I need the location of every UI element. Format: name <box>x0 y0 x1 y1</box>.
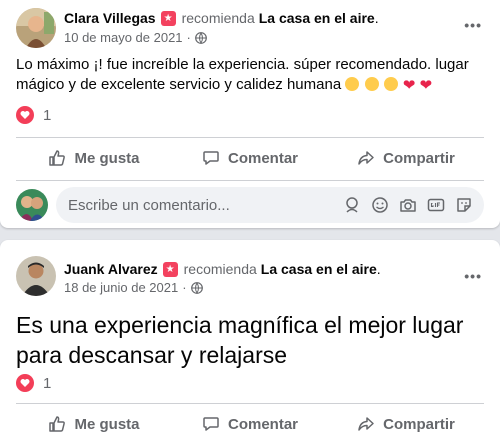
header-dot: . <box>374 10 379 26</box>
post-meta: 10 de mayo de 2021 · <box>64 30 207 45</box>
comment-composer <box>16 187 484 223</box>
post-date[interactable]: 18 de junio de 2021 <box>64 280 178 295</box>
page-link[interactable]: La casa en el aire <box>261 261 377 277</box>
recommend-icon <box>160 10 176 26</box>
page-link[interactable]: La casa en el aire <box>259 10 375 26</box>
comment-box <box>56 187 484 223</box>
author-name[interactable]: Clara Villegas <box>64 10 156 26</box>
post-body: Es una experiencia magnífica el mejor lu… <box>16 310 484 370</box>
comment-button[interactable]: Comentar <box>172 406 328 442</box>
reaction-summary[interactable]: 1 <box>16 106 51 124</box>
author-avatar[interactable] <box>16 256 56 296</box>
like-button[interactable]: Me gusta <box>16 140 172 176</box>
share-button[interactable]: Compartir <box>328 406 484 442</box>
share-icon <box>358 151 374 165</box>
share-icon <box>358 417 374 431</box>
divider <box>16 137 484 138</box>
author-avatar[interactable] <box>16 8 56 48</box>
reaction-summary[interactable]: 1 <box>16 374 51 392</box>
love-reaction-icon <box>16 374 34 392</box>
post-meta: 18 de junio de 2021 · <box>64 280 203 295</box>
kiss-emoji <box>383 77 398 91</box>
reaction-count: 1 <box>43 374 52 392</box>
viewer-avatar[interactable] <box>16 189 48 221</box>
meta-separator: · <box>182 280 187 295</box>
post-body: Lo máximo ¡! fue increíble la experienci… <box>16 55 486 96</box>
share-button[interactable]: Compartir <box>328 140 484 176</box>
comment-icon <box>203 417 219 431</box>
comment-icon <box>203 151 219 165</box>
more-options-icon[interactable]: ••• <box>464 17 482 33</box>
action-bar: Me gusta Comentar Compartir <box>16 406 484 442</box>
gif-icon[interactable] <box>426 195 446 215</box>
globe-icon <box>194 31 207 44</box>
love-reaction-icon <box>16 106 34 124</box>
post-date[interactable]: 10 de mayo de 2021 <box>64 30 183 45</box>
recommend-icon <box>162 261 178 277</box>
share-label: Compartir <box>383 415 455 433</box>
kiss-emoji <box>345 77 360 91</box>
avatar-sticker-icon[interactable] <box>342 195 362 215</box>
post-card: Juank Alvarez recomienda La casa en el a… <box>0 240 500 447</box>
emoji-icon[interactable] <box>370 195 390 215</box>
comment-button[interactable]: Comentar <box>172 140 328 176</box>
comment-label: Comentar <box>227 149 298 167</box>
kiss-emoji <box>364 77 379 91</box>
meta-separator: · <box>186 30 191 45</box>
camera-icon[interactable] <box>398 195 418 215</box>
comment-label: Comentar <box>227 415 298 433</box>
comment-input[interactable] <box>68 196 334 214</box>
post-header: Juank Alvarez recomienda La casa en el a… <box>64 261 381 277</box>
sticker-icon[interactable] <box>454 195 474 215</box>
like-button[interactable]: Me gusta <box>16 406 172 442</box>
post-header: Clara Villegas recomienda La casa en el … <box>64 10 379 26</box>
share-label: Compartir <box>383 149 455 167</box>
header-dot: . <box>376 261 381 277</box>
post-text: Es una experiencia magnífica el mejor lu… <box>16 312 464 368</box>
recommend-verb: recomienda <box>183 261 257 277</box>
thumbs-up-icon <box>49 416 66 432</box>
divider <box>16 403 484 404</box>
action-bar: Me gusta Comentar Compartir <box>16 140 484 176</box>
globe-icon <box>190 281 203 294</box>
emoji-trail: ❤ ❤ <box>345 76 433 94</box>
like-label: Me gusta <box>74 415 140 433</box>
heart-emoji: ❤ <box>419 77 433 94</box>
thumbs-up-icon <box>49 150 66 166</box>
more-options-icon[interactable]: ••• <box>464 268 482 284</box>
heart-emoji: ❤ <box>402 77 416 94</box>
divider <box>16 180 484 181</box>
recommend-verb: recomienda <box>181 10 255 26</box>
post-card: Clara Villegas recomienda La casa en el … <box>0 0 500 228</box>
author-name[interactable]: Juank Alvarez <box>64 261 158 277</box>
like-label: Me gusta <box>74 149 140 167</box>
reaction-count: 1 <box>43 106 52 124</box>
